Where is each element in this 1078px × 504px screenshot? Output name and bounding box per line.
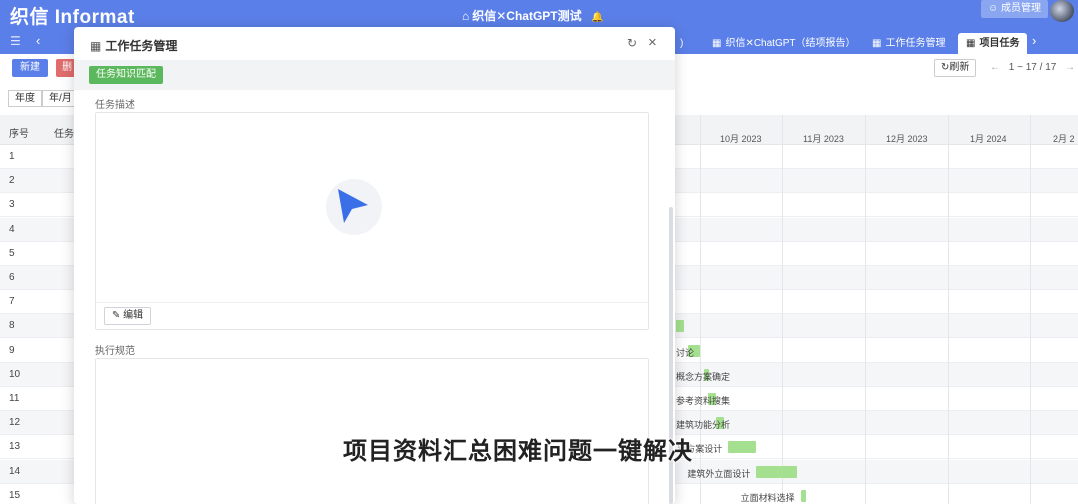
view-year-button[interactable]: 年度 — [8, 90, 42, 107]
execution-spec-label: 执行规范 — [95, 346, 135, 357]
pencil-icon: ✎ — [112, 310, 121, 321]
row-number: 8 — [9, 320, 15, 332]
tab-label: 项目任务 — [979, 38, 1020, 49]
row-number: 15 — [9, 489, 21, 501]
refresh-button[interactable]: ↻刷新 — [934, 59, 977, 77]
app-title-text: 织信✕ChatGPT测试 — [472, 9, 582, 23]
modal-refresh-icon[interactable]: ↻ — [627, 36, 637, 50]
row-number: 13 — [9, 441, 21, 453]
home-icon[interactable]: ⌂ — [462, 9, 469, 23]
app-window: 织信 Informat ⌂ 织信✕ChatGPT测试 🔔 ☺ 成员管理 ☰ ‹ )… — [0, 0, 1078, 504]
tab-project-task[interactable]: ▦ 项目任务 — [958, 33, 1028, 54]
tab-scroll-left-icon[interactable]: ‹ — [36, 33, 40, 48]
prev-page-icon[interactable]: ← — [990, 62, 1000, 73]
row-number: 1 — [9, 151, 15, 162]
row-number: 6 — [9, 272, 15, 283]
row-number: 7 — [9, 296, 15, 308]
gantt-bar[interactable] — [676, 320, 685, 333]
gantt-bar-label: 参考资料搜集 — [676, 396, 731, 406]
user-icon: ☺ — [988, 3, 999, 14]
gantt-bar[interactable] — [756, 465, 797, 478]
modal-title: ▦ 工作任务管理 — [90, 37, 177, 54]
close-icon[interactable]: × — [648, 34, 657, 51]
bell-icon[interactable]: 🔔 — [591, 12, 603, 23]
next-page-icon[interactable]: → — [1065, 62, 1075, 73]
row-number: 10 — [9, 368, 21, 380]
avatar[interactable] — [1050, 0, 1074, 22]
field-footer: ✎ 编辑 — [96, 302, 648, 329]
gantt-bar[interactable] — [800, 489, 806, 502]
table-icon: ▦ — [966, 38, 976, 49]
member-management-label: 成员管理 — [1001, 3, 1041, 14]
tab-label: 织信✕ChatGPT（结项报告） — [725, 38, 856, 49]
month-label: 10月 2023 — [720, 134, 762, 144]
cursor-arrow-icon — [338, 189, 368, 223]
app-title: ⌂ 织信✕ChatGPT测试 🔔 — [462, 7, 603, 24]
row-number: 5 — [9, 247, 15, 259]
row-number: 12 — [9, 417, 21, 429]
gantt-bar-label: 建筑功能分析 — [676, 420, 731, 431]
month-label: 1月 2024 — [970, 134, 1007, 144]
table-icon: ▦ — [872, 38, 882, 49]
pager-text: 1 ~ 17 / 17 — [1008, 62, 1057, 73]
refresh-label: 刷新 — [949, 62, 970, 73]
member-management-button[interactable]: ☺ 成员管理 — [981, 0, 1048, 18]
video-caption: 项目资料汇总困难问题一键解决 — [343, 438, 693, 465]
month-label: 12月 2023 — [886, 134, 928, 144]
tab-scroll-right-icon[interactable]: › — [1032, 33, 1036, 48]
top-header: 织信 Informat ⌂ 织信✕ChatGPT测试 🔔 ☺ 成员管理 — [0, 0, 1078, 30]
task-description-label: 任务描述 — [95, 100, 135, 111]
row-number: 4 — [9, 223, 15, 235]
gantt-grid-line — [782, 115, 783, 504]
gantt-grid-line — [1030, 115, 1031, 504]
delete-button[interactable]: 删 — [56, 59, 76, 77]
row-number: 14 — [9, 465, 21, 477]
row-number: 9 — [9, 344, 15, 356]
col-task-header: 任务 — [54, 129, 74, 140]
gantt-bar-label: 建筑外立面设计 — [687, 468, 751, 479]
table-icon: ▦ — [712, 38, 722, 49]
app-logo[interactable]: 织信 Informat — [10, 2, 135, 29]
new-button[interactable]: 新建 — [12, 59, 48, 77]
gantt-bar-label: 讨论 — [676, 347, 695, 358]
edit-button[interactable]: ✎ 编辑 — [104, 307, 152, 325]
tab-work-task[interactable]: ▦ 工作任务管理 — [864, 33, 953, 54]
row-number: 11 — [9, 393, 20, 404]
tab-label: 工作任务管理 — [885, 38, 946, 49]
row-number: 2 — [9, 175, 15, 187]
gantt-grid-line — [948, 115, 949, 504]
gantt-bar-label: 概念方案确定 — [676, 371, 731, 382]
pagination: ← 1 ~ 17 / 17 → — [990, 62, 1075, 73]
month-label: 11月 2023 — [803, 134, 844, 144]
table-icon: ▦ — [90, 39, 102, 53]
modal-title-text: 工作任务管理 — [105, 39, 178, 53]
gantt-bar-label: 立面材料选择 — [740, 492, 795, 503]
modal-toolbar — [74, 60, 675, 90]
row-number: 3 — [9, 199, 15, 211]
pointer-cursor — [326, 179, 382, 235]
gantt-grid-line — [865, 115, 866, 504]
gantt-bar[interactable] — [728, 441, 757, 454]
month-label: 2月 2 — [1053, 134, 1075, 144]
menu-icon[interactable]: ☰ — [10, 34, 21, 48]
col-seq-header: 序号 — [9, 129, 29, 140]
task-knowledge-match-button[interactable]: 任务知识匹配 — [89, 66, 163, 84]
edit-label: 编辑 — [123, 310, 144, 321]
tab-chatgpt-report[interactable]: ▦ 织信✕ChatGPT（结项报告） — [704, 33, 864, 54]
